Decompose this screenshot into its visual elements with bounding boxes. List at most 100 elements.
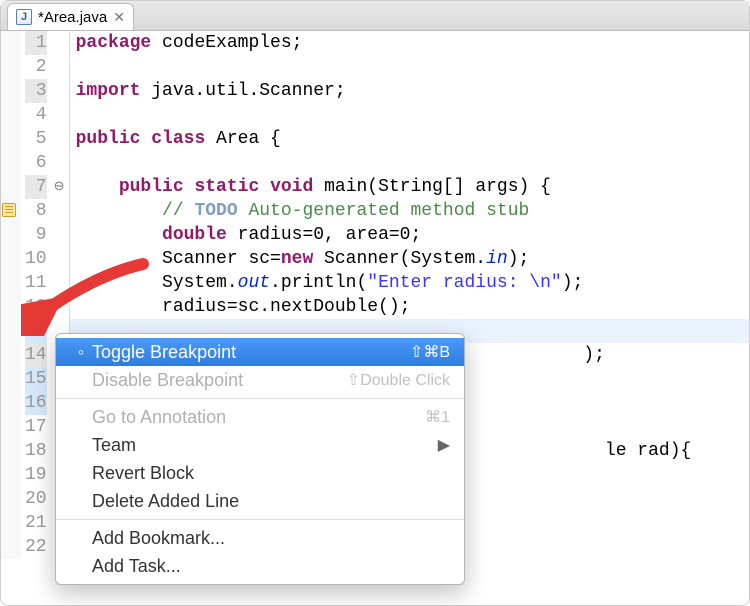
- menu-item-task[interactable]: Add Task...: [56, 552, 464, 580]
- line-number[interactable]: 6: [25, 151, 47, 175]
- line-number[interactable]: 13: [25, 319, 47, 343]
- breakpoint-icon: ◦: [70, 342, 92, 363]
- menu-item-bookmark[interactable]: Add Bookmark...: [56, 524, 464, 552]
- menu-item-label: Team: [92, 435, 438, 456]
- task-marker-icon: [2, 203, 16, 217]
- close-icon[interactable]: ✕: [113, 9, 125, 26]
- marker-cell[interactable]: [1, 487, 21, 511]
- menu-item-disable-bp: Disable Breakpoint⇧Double Click: [56, 366, 464, 394]
- fold-cell[interactable]: [53, 127, 69, 151]
- line-number[interactable]: 21: [25, 511, 47, 535]
- marker-cell[interactable]: [1, 535, 21, 559]
- menu-item-shortcut: ⇧⌘B: [410, 342, 450, 362]
- marker-cell[interactable]: [1, 223, 21, 247]
- line-number[interactable]: 15: [25, 367, 47, 391]
- line-number[interactable]: 14: [25, 343, 47, 367]
- marker-cell[interactable]: [1, 199, 21, 223]
- code-line[interactable]: public class Area {: [76, 127, 692, 151]
- menu-item-label: Revert Block: [92, 463, 450, 484]
- line-number[interactable]: 11: [25, 271, 47, 295]
- marker-cell[interactable]: [1, 31, 21, 55]
- menu-separator: [56, 398, 464, 399]
- tab-title: *Area.java: [38, 9, 107, 26]
- line-number[interactable]: 17: [25, 415, 47, 439]
- marker-cell[interactable]: [1, 127, 21, 151]
- fold-cell[interactable]: [53, 31, 69, 55]
- code-line[interactable]: [76, 103, 692, 127]
- line-number[interactable]: 12: [25, 295, 47, 319]
- line-number[interactable]: 9: [25, 223, 47, 247]
- menu-item-label: Add Bookmark...: [92, 528, 450, 549]
- menu-item-label: Go to Annotation: [92, 407, 425, 428]
- tab-bar: J *Area.java ✕: [1, 1, 749, 31]
- menu-item-team[interactable]: Team▶: [56, 431, 464, 459]
- marker-cell[interactable]: [1, 343, 21, 367]
- code-line[interactable]: [76, 151, 692, 175]
- marker-cell[interactable]: [1, 271, 21, 295]
- marker-cell[interactable]: [1, 391, 21, 415]
- menu-item-label: Toggle Breakpoint: [92, 342, 410, 363]
- code-line[interactable]: Scanner sc=new Scanner(System.in);: [76, 247, 692, 271]
- menu-item-label: Delete Added Line: [92, 491, 450, 512]
- marker-cell[interactable]: [1, 247, 21, 271]
- marker-cell[interactable]: [1, 439, 21, 463]
- marker-cell[interactable]: [1, 463, 21, 487]
- fold-cell[interactable]: [53, 151, 69, 175]
- marker-column[interactable]: [1, 31, 21, 559]
- submenu-arrow-icon: ▶: [438, 435, 450, 455]
- line-number[interactable]: 1: [25, 31, 47, 55]
- menu-item-shortcut: ⇧Double Click: [347, 370, 450, 390]
- menu-item-label: Add Task...: [92, 556, 450, 577]
- tab-area-java[interactable]: J *Area.java ✕: [7, 3, 134, 30]
- line-number[interactable]: 18: [25, 439, 47, 463]
- line-number[interactable]: 10: [25, 247, 47, 271]
- marker-cell[interactable]: [1, 295, 21, 319]
- fold-cell[interactable]: [53, 79, 69, 103]
- line-number[interactable]: 7: [25, 175, 47, 199]
- line-numbers[interactable]: 12345678910111213141516171819202122: [21, 31, 53, 559]
- marker-cell[interactable]: [1, 175, 21, 199]
- fold-toggle-icon[interactable]: [53, 175, 69, 199]
- fold-cell[interactable]: [53, 199, 69, 223]
- menu-item-toggle-bp[interactable]: ◦Toggle Breakpoint⇧⌘B: [56, 338, 464, 366]
- marker-cell[interactable]: [1, 103, 21, 127]
- fold-cell[interactable]: [53, 223, 69, 247]
- line-number[interactable]: 4: [25, 103, 47, 127]
- marker-cell[interactable]: [1, 319, 21, 343]
- code-line[interactable]: public static void main(String[] args) {: [76, 175, 692, 199]
- fold-cell[interactable]: [53, 271, 69, 295]
- java-file-icon: J: [16, 9, 32, 25]
- menu-item-delete-added[interactable]: Delete Added Line: [56, 487, 464, 515]
- code-line[interactable]: import java.util.Scanner;: [76, 79, 692, 103]
- line-number[interactable]: 5: [25, 127, 47, 151]
- marker-cell[interactable]: [1, 367, 21, 391]
- line-number[interactable]: 20: [25, 487, 47, 511]
- code-line[interactable]: double radius=0, area=0;: [76, 223, 692, 247]
- fold-cell[interactable]: [53, 103, 69, 127]
- fold-cell[interactable]: [53, 247, 69, 271]
- context-menu: ◦Toggle Breakpoint⇧⌘BDisable Breakpoint⇧…: [55, 333, 465, 585]
- code-line[interactable]: System.out.println("Enter radius: \n");: [76, 271, 692, 295]
- marker-cell[interactable]: [1, 511, 21, 535]
- menu-item-revert[interactable]: Revert Block: [56, 459, 464, 487]
- fold-cell[interactable]: [53, 295, 69, 319]
- line-number[interactable]: 2: [25, 55, 47, 79]
- line-number[interactable]: 3: [25, 79, 47, 103]
- fold-cell[interactable]: [53, 55, 69, 79]
- marker-cell[interactable]: [1, 79, 21, 103]
- line-number[interactable]: 16: [25, 391, 47, 415]
- menu-item-shortcut: ⌘1: [425, 407, 450, 427]
- menu-item-label: Disable Breakpoint: [92, 370, 347, 391]
- code-line[interactable]: // TODO Auto-generated method stub: [76, 199, 692, 223]
- marker-cell[interactable]: [1, 151, 21, 175]
- menu-item-go-anno: Go to Annotation⌘1: [56, 403, 464, 431]
- code-line[interactable]: package codeExamples;: [76, 31, 692, 55]
- marker-cell[interactable]: [1, 55, 21, 79]
- line-number[interactable]: 8: [25, 199, 47, 223]
- code-line[interactable]: radius=sc.nextDouble();: [76, 295, 692, 319]
- code-line[interactable]: [76, 55, 692, 79]
- menu-separator: [56, 519, 464, 520]
- marker-cell[interactable]: [1, 415, 21, 439]
- line-number[interactable]: 19: [25, 463, 47, 487]
- line-number[interactable]: 22: [25, 535, 47, 559]
